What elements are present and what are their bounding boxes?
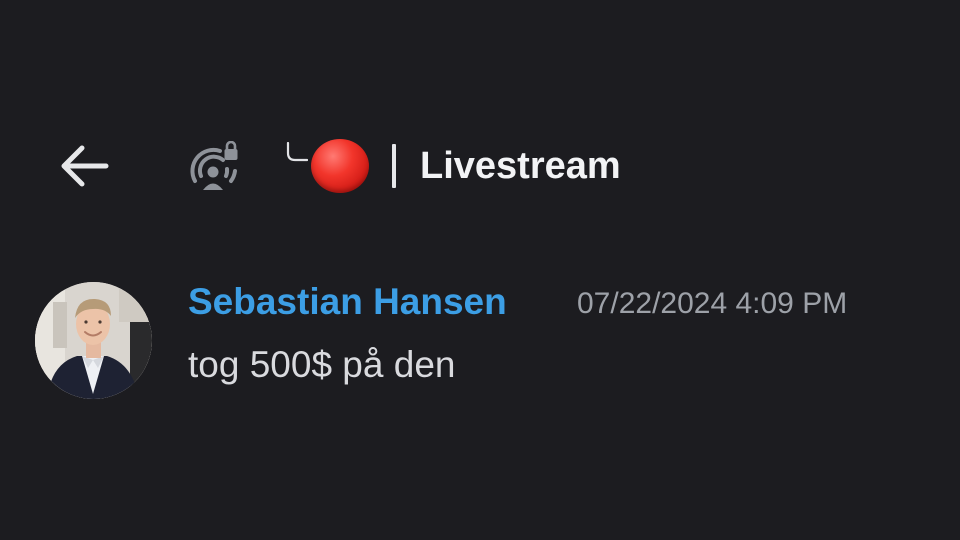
back-button[interactable] <box>54 141 112 191</box>
arrow-left-icon <box>61 145 109 187</box>
user-avatar[interactable] <box>35 282 152 399</box>
message-content: tog 500$ på den <box>188 344 456 385</box>
title-separator <box>392 144 396 188</box>
locked-stage-channel-icon <box>190 141 238 190</box>
chat-message: Sebastian Hansen 07/22/2024 4:09 PM tog … <box>0 260 960 420</box>
red-circle-icon <box>311 139 369 193</box>
message-timestamp: 07/22/2024 4:09 PM <box>577 287 848 320</box>
channel-title: Livestream <box>420 145 621 187</box>
message-author[interactable]: Sebastian Hansen <box>188 280 507 324</box>
channel-header: Livestream <box>0 0 960 230</box>
thread-branch-icon <box>286 142 308 162</box>
